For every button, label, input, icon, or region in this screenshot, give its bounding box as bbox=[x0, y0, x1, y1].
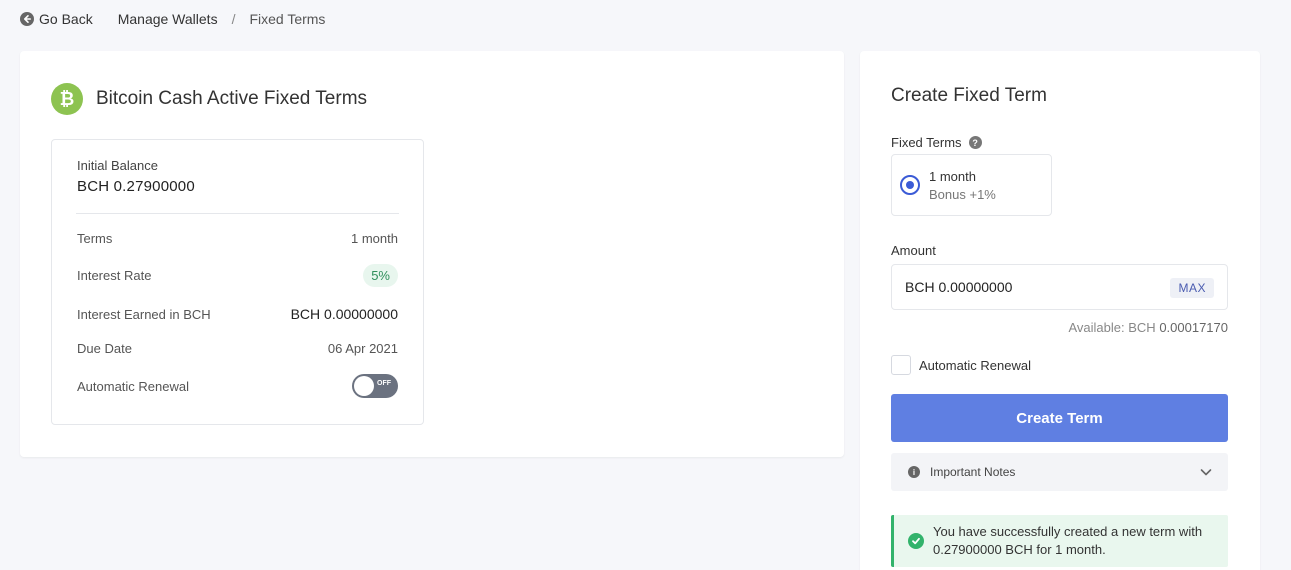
term-option-bonus: Bonus +1% bbox=[929, 187, 996, 202]
toggle-state-label: OFF bbox=[377, 380, 391, 387]
interest-rate-row: Interest Rate 5% bbox=[77, 264, 398, 287]
auto-renewal-label: Automatic Renewal bbox=[77, 378, 189, 394]
radio-selected-dot bbox=[906, 181, 914, 189]
interest-rate-badge: 5% bbox=[363, 264, 398, 287]
create-term-title: Create Fixed Term bbox=[891, 85, 1047, 106]
auto-renewal-toggle[interactable]: OFF bbox=[352, 374, 398, 398]
initial-balance-value: BCH 0.27900000 bbox=[77, 178, 195, 195]
available-value: 0.00017170 bbox=[1159, 320, 1228, 335]
create-term-button[interactable]: Create Term bbox=[891, 394, 1228, 442]
term-option-radio[interactable] bbox=[900, 175, 920, 195]
amount-input[interactable] bbox=[892, 279, 1152, 295]
arrow-left-circle-icon bbox=[20, 12, 34, 26]
auto-renewal-checkbox-label: Automatic Renewal bbox=[919, 357, 1031, 373]
breadcrumb-current: Fixed Terms bbox=[249, 11, 326, 27]
create-term-card: Create Fixed Term Fixed Terms ? 1 month … bbox=[860, 51, 1260, 570]
due-date-value: 06 Apr 2021 bbox=[327, 341, 398, 356]
breadcrumb-separator: / bbox=[231, 11, 236, 27]
term-summary-card: Initial Balance BCH 0.27900000 Terms 1 m… bbox=[51, 139, 424, 425]
fixed-terms-label-group: Fixed Terms ? bbox=[891, 135, 982, 150]
active-terms-title: Bitcoin Cash Active Fixed Terms bbox=[96, 88, 368, 109]
interest-earned-value: BCH 0.00000000 bbox=[290, 306, 398, 322]
success-message: You have successfully created a new term… bbox=[933, 524, 1203, 557]
important-notes-label: Important Notes bbox=[930, 465, 1016, 479]
breadcrumb: Go Back Manage Wallets / Fixed Terms bbox=[20, 10, 325, 28]
due-date-label: Due Date bbox=[77, 341, 132, 356]
breadcrumb-manage-wallets[interactable]: Manage Wallets bbox=[118, 11, 218, 27]
active-terms-card: ₿ Bitcoin Cash Active Fixed Terms Initia… bbox=[20, 51, 844, 457]
interest-earned-label: Interest Earned in BCH bbox=[77, 306, 211, 322]
toggle-knob bbox=[354, 376, 374, 396]
auto-renewal-row: Automatic Renewal OFF bbox=[77, 374, 398, 398]
available-label: Available: BCH bbox=[1068, 320, 1156, 335]
term-option-1-month[interactable]: 1 month Bonus +1% bbox=[891, 154, 1052, 216]
auto-renewal-option: Automatic Renewal bbox=[891, 355, 1031, 375]
initial-balance-label: Initial Balance bbox=[77, 158, 158, 173]
success-alert: You have successfully created a new term… bbox=[891, 515, 1228, 567]
bitcoin-cash-icon: ₿ bbox=[51, 83, 83, 115]
amount-field: MAX bbox=[891, 264, 1228, 310]
terms-value: 1 month bbox=[351, 231, 398, 246]
fixed-terms-label: Fixed Terms bbox=[891, 135, 962, 150]
max-button[interactable]: MAX bbox=[1170, 278, 1214, 298]
due-date-row: Due Date 06 Apr 2021 bbox=[77, 341, 398, 356]
chevron-down-icon bbox=[1200, 469, 1212, 476]
help-icon[interactable]: ? bbox=[968, 136, 982, 149]
important-notes-accordion[interactable]: i Important Notes bbox=[891, 453, 1228, 491]
interest-earned-row: Interest Earned in BCH BCH 0.00000000 bbox=[77, 306, 398, 322]
divider bbox=[76, 213, 399, 214]
check-circle-icon bbox=[908, 533, 924, 549]
active-terms-header: ₿ Bitcoin Cash Active Fixed Terms bbox=[51, 83, 367, 115]
term-option-name: 1 month bbox=[929, 169, 976, 184]
terms-label: Terms bbox=[77, 231, 113, 246]
available-balance: Available: BCH 0.00017170 bbox=[1068, 320, 1228, 335]
terms-row: Terms 1 month bbox=[77, 231, 398, 246]
auto-renewal-checkbox[interactable] bbox=[891, 355, 911, 375]
go-back-link[interactable]: Go Back bbox=[20, 11, 93, 27]
go-back-label: Go Back bbox=[39, 11, 93, 27]
interest-rate-label: Interest Rate bbox=[77, 268, 152, 283]
amount-label: Amount bbox=[891, 243, 936, 258]
info-icon: i bbox=[908, 466, 920, 478]
